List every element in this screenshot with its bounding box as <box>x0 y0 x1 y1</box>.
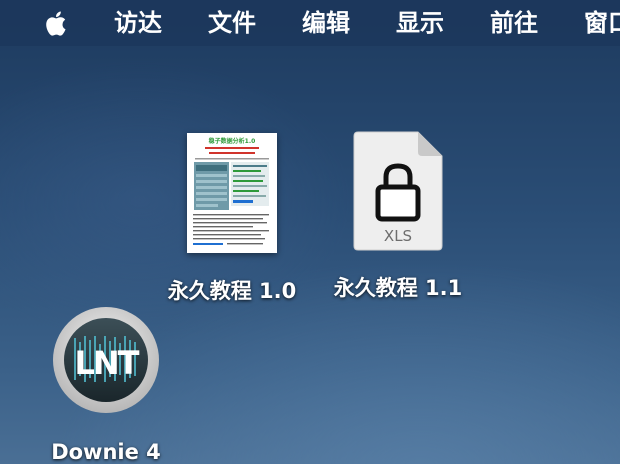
apple-logo-icon[interactable] <box>42 8 72 38</box>
menu-bar: 访达 文件 编辑 显示 前往 窗口 <box>0 0 620 46</box>
document-thumbnail: 稳子数据分析1.0 <box>187 133 277 253</box>
menu-file[interactable]: 文件 <box>208 0 256 46</box>
xls-badge: XLS <box>384 227 412 245</box>
file-label-1[interactable]: 永久教程 1.0 <box>158 275 306 305</box>
locked-xls-file-icon[interactable]: XLS <box>352 130 444 252</box>
menu-finder[interactable]: 访达 <box>114 0 162 46</box>
menu-view[interactable]: 显示 <box>396 0 444 46</box>
file-label-2[interactable]: 永久教程 1.1 <box>322 272 474 302</box>
menu-edit[interactable]: 编辑 <box>302 0 350 46</box>
downie-app-icon[interactable]: LNT <box>52 306 160 414</box>
app-label-downie[interactable]: Downie 4 <box>40 440 172 464</box>
preview-heading: 稳子数据分析1.0 <box>209 137 256 145</box>
menu-go[interactable]: 前往 <box>490 0 538 46</box>
xls-file-graphic: XLS <box>353 131 443 251</box>
document-preview-icon[interactable]: 稳子数据分析1.0 <box>187 133 277 253</box>
downie-logo: LNT <box>53 307 159 413</box>
menu-window[interactable]: 窗口 <box>584 0 620 46</box>
downie-logo-text: LNT <box>75 344 140 382</box>
